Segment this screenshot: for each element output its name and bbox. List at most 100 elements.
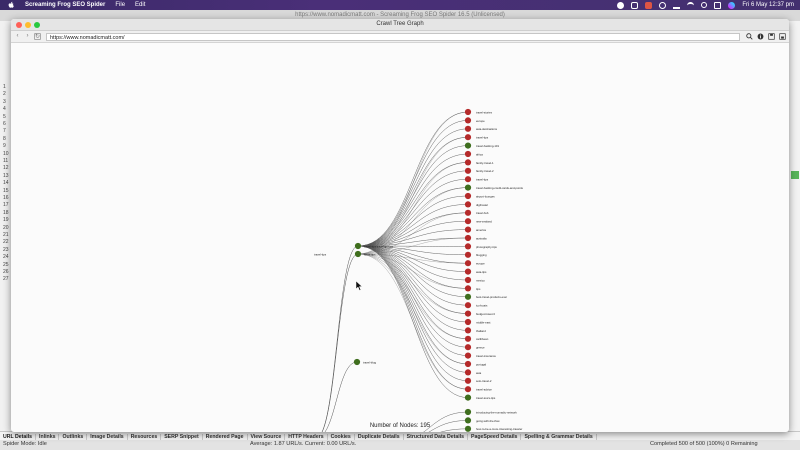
tree-node-leaf[interactable]	[464, 335, 472, 342]
row-number[interactable]: 22	[3, 239, 9, 245]
back-icon[interactable]: ‹	[14, 33, 21, 40]
row-number[interactable]: 10	[3, 151, 9, 157]
row-number[interactable]: 21	[3, 232, 9, 238]
tab-url-details[interactable]: URL Details	[0, 433, 37, 440]
tree-node-leaf[interactable]	[464, 125, 472, 132]
tree-node-leaf[interactable]	[464, 201, 472, 208]
status-icon-3[interactable]	[645, 1, 653, 9]
row-number[interactable]: 19	[3, 217, 9, 223]
row-number[interactable]: 1	[3, 84, 6, 90]
refresh-icon[interactable]: ↻	[34, 33, 41, 40]
search-icon[interactable]	[746, 33, 753, 40]
tab-http-headers[interactable]: HTTP Headers	[285, 433, 328, 440]
row-number[interactable]: 17	[3, 202, 9, 208]
save-icon[interactable]	[768, 33, 775, 40]
tab-rendered-page[interactable]: Rendered Page	[203, 433, 248, 440]
tree-node-hub[interactable]	[354, 242, 362, 250]
tab-pagespeed-details[interactable]: PageSpeed Details	[468, 433, 522, 440]
url-field[interactable]: https://www.nomadicmatt.com/	[46, 32, 740, 41]
tree-node-leaf[interactable]	[464, 268, 472, 275]
tree-node-leaf[interactable]	[464, 192, 472, 200]
tree-node-leaf[interactable]	[464, 310, 472, 317]
apple-icon[interactable]	[7, 1, 15, 9]
tab-resources[interactable]: Resources	[128, 433, 162, 440]
row-number[interactable]: 2	[3, 91, 6, 97]
tree-node-leaf[interactable]	[464, 150, 472, 158]
clock[interactable]: Fri 6 May 12:37 pm	[742, 2, 794, 8]
minimize-window-button[interactable]	[25, 21, 31, 28]
tree-node-leaf[interactable]	[464, 108, 472, 116]
control-center-icon[interactable]	[714, 1, 722, 9]
tree-node-leaf[interactable]	[464, 117, 472, 124]
tree-node-leaf[interactable]	[464, 167, 472, 174]
search-menubar-icon[interactable]	[701, 2, 708, 8]
row-number[interactable]: 26	[3, 269, 9, 275]
tree-node-leaf[interactable]	[464, 209, 472, 216]
row-number[interactable]: 13	[3, 173, 9, 179]
tab-inlinks[interactable]: Inlinks	[36, 433, 60, 440]
app-name-menu[interactable]: Screaming Frog SEO Spider	[25, 2, 105, 8]
forward-icon[interactable]: ›	[24, 33, 31, 40]
row-number[interactable]: 25	[3, 262, 9, 268]
row-number[interactable]: 11	[3, 158, 8, 164]
tree-node-leaf[interactable]	[464, 408, 472, 416]
row-number[interactable]: 4	[3, 106, 6, 112]
row-number[interactable]: 5	[3, 114, 6, 120]
tree-node-leaf[interactable]	[464, 159, 472, 166]
tree-node-leaf[interactable]	[464, 377, 472, 384]
tab-image-details[interactable]: Image Details	[87, 433, 128, 440]
crawl-tree-canvas[interactable]: travel-tips/travel-guides tours-tips trave…	[11, 43, 789, 432]
tree-node-leaf[interactable]	[464, 234, 472, 242]
status-icon-5[interactable]	[673, 2, 681, 9]
tree-node-leaf[interactable]	[464, 360, 472, 368]
tab-structured-data-details[interactable]: Structured Data Details	[404, 433, 469, 440]
wifi-icon[interactable]	[687, 1, 695, 9]
row-number[interactable]: 23	[3, 247, 9, 253]
row-number[interactable]: 6	[3, 121, 6, 127]
row-number[interactable]: 15	[3, 188, 9, 194]
tab-view-source[interactable]: View Source	[248, 433, 286, 440]
row-number[interactable]: 20	[3, 225, 9, 231]
row-number[interactable]: 8	[3, 136, 6, 142]
row-number[interactable]: 24	[3, 254, 9, 260]
status-icon-2[interactable]	[631, 1, 639, 9]
tree-node-leaf[interactable]	[464, 176, 472, 183]
tree-node-leaf[interactable]	[464, 276, 472, 284]
row-number[interactable]: 16	[3, 195, 9, 201]
zoom-window-button[interactable]	[34, 21, 40, 28]
tree-node-leaf[interactable]	[464, 386, 472, 393]
tree-node-leaf[interactable]	[464, 369, 472, 376]
tree-node-leaf[interactable]	[464, 243, 472, 250]
tree-node-leaf[interactable]	[464, 394, 472, 401]
tree-node-hub[interactable]	[354, 250, 362, 258]
export-icon[interactable]	[779, 33, 786, 40]
row-number[interactable]: 9	[3, 143, 6, 149]
tree-node-leaf[interactable]	[464, 134, 472, 141]
status-icon-4[interactable]	[659, 1, 667, 9]
tree-node-hub[interactable]	[353, 358, 361, 366]
tree-node-leaf[interactable]	[464, 184, 472, 191]
tree-node-leaf[interactable]	[464, 218, 472, 225]
tab-cookies[interactable]: Cookies	[328, 433, 355, 440]
close-window-button[interactable]	[16, 21, 22, 28]
tree-node-leaf[interactable]	[464, 142, 472, 149]
tree-node-leaf[interactable]	[464, 327, 472, 334]
tree-node-leaf[interactable]	[464, 285, 472, 292]
tree-node-leaf[interactable]	[464, 260, 472, 267]
siri-icon[interactable]	[728, 1, 736, 9]
tree-node-leaf[interactable]	[464, 344, 472, 351]
tree-node-leaf[interactable]	[464, 251, 472, 258]
tree-node-leaf[interactable]	[464, 293, 472, 300]
row-number[interactable]: 7	[3, 128, 6, 134]
status-icon-1[interactable]	[617, 1, 625, 9]
tree-node-leaf[interactable]	[464, 302, 472, 309]
tab-spelling-grammar-details[interactable]: Spelling & Grammar Details	[521, 433, 597, 440]
row-number[interactable]: 18	[3, 210, 9, 216]
menu-edit[interactable]: Edit	[135, 2, 145, 8]
tab-serp-snippet[interactable]: SERP Snippet	[161, 433, 203, 440]
tab-outlinks[interactable]: Outlinks	[59, 433, 88, 440]
tab-duplicate-details[interactable]: Duplicate Details	[355, 433, 404, 440]
menu-file[interactable]: File	[115, 2, 125, 8]
tree-node-leaf[interactable]	[464, 352, 472, 359]
tree-node-leaf[interactable]	[464, 318, 472, 326]
